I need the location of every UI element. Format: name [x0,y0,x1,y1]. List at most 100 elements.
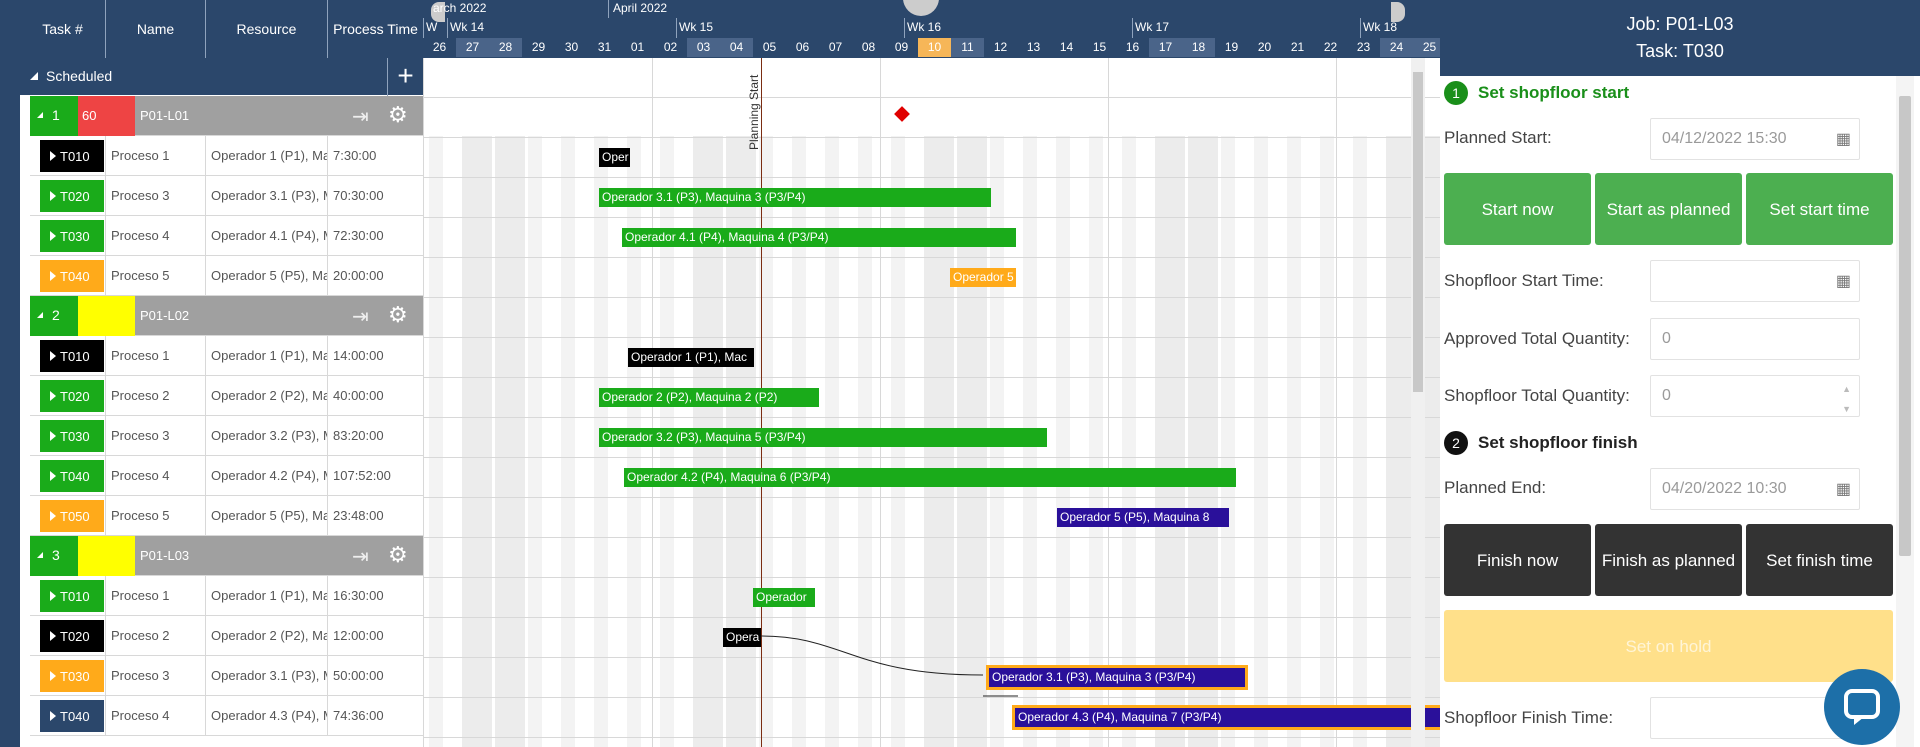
task-id[interactable]: T040 [40,460,104,492]
gantt-scrollbar[interactable] [1411,58,1425,747]
start-now-button[interactable]: Start now [1444,173,1591,245]
shopfloor-qty-label: Shopfloor Total Quantity: [1444,386,1630,405]
task-id[interactable]: T030 [40,420,104,452]
task-row[interactable]: T020 Proceso 3 Operador 3.1 (P3), M 70:30:0… [30,176,423,216]
left-edge-strip [0,0,20,747]
task-process-time: 107:52:00 [327,456,423,496]
planned-start-label: Planned Start: [1444,128,1552,147]
gantt-scrollbar-thumb[interactable] [1413,72,1423,392]
task-row[interactable]: T050 Proceso 5 Operador 5 (P5), Ma 23:48:00 [30,496,423,536]
panel-scrollbar[interactable] [1896,76,1914,747]
gear-icon[interactable]: ⚙ [388,542,408,568]
task-id[interactable]: T030 [40,660,104,692]
task-process-time: 12:00:00 [327,616,423,656]
move-to-icon[interactable]: ⇥ [352,104,369,129]
planned-end-field[interactable]: 04/20/2022 10:30 ▦ [1650,468,1860,510]
task-resource: Operador 4.2 (P4), M [205,456,327,496]
task-name: Proceso 4 [105,456,205,496]
task-process-time: 70:30:00 [327,176,423,216]
task-row[interactable]: T030 Proceso 3 Operador 3.1 (P3), M 50:00:0… [30,656,423,696]
task-id[interactable]: T010 [40,140,104,172]
step1-title: Set shopfloor start [1478,83,1630,102]
job-number[interactable]: 2 [30,296,78,336]
task-resource: Operador 5 (P5), Ma [205,496,327,536]
task-resource: Operador 1 (P1), Ma [205,576,327,616]
task-id[interactable]: T040 [40,260,104,292]
move-to-icon[interactable]: ⇥ [352,304,369,329]
planned-end-label: Planned End: [1444,478,1547,497]
task-id[interactable]: T020 [40,180,104,212]
approved-qty-field[interactable]: 0 [1650,318,1860,360]
task-row[interactable]: T020 Proceso 2 Operador 2 (P2), Ma 40:00:00 [30,376,423,416]
job-title: Job: P01-L03 [1626,14,1734,34]
calendar-icon[interactable]: ▦ [1836,129,1851,149]
task-row[interactable]: T030 Proceso 4 Operador 4.1 (P4), M 72:30:0… [30,216,423,256]
collapse-triangle-icon[interactable] [30,72,38,80]
job-name: P01-L01 [140,108,190,123]
task-name: Proceso 1 [105,136,205,176]
job-row[interactable]: 2 P01-L02 ⇥ ⚙ [30,296,423,336]
finish-now-button[interactable]: Finish now [1444,524,1591,596]
task-row[interactable]: T040 Proceso 4 Operador 4.2 (P4), M 107:52:… [30,456,423,496]
col-header-task[interactable]: Task # [20,0,106,58]
add-job-button[interactable]: + [387,58,423,96]
scheduled-group-row[interactable]: Scheduled + [20,58,423,96]
calendar-icon[interactable]: ▦ [1836,479,1851,499]
calendar-icon[interactable]: ▦ [1836,271,1851,291]
task-row[interactable]: T010 Proceso 1 Operador 1 (P1), Ma 7:30:00 [30,136,423,176]
task-id[interactable]: T050 [40,500,104,532]
task-resource: Operador 3.1 (P3), M [205,656,327,696]
spinner-icon[interactable]: ▲ ▼ [1842,384,1851,414]
task-resource: Operador 1 (P1), Ma [205,336,327,376]
gear-icon[interactable]: ⚙ [388,102,408,128]
task-row[interactable]: T040 Proceso 5 Operador 5 (P5), Ma 20:00:00 [30,256,423,296]
job-number[interactable]: 1 [30,96,78,136]
task-name: Proceso 4 [105,696,205,736]
col-header-process-time[interactable]: Process Time [328,0,423,58]
finish-as-planned-button[interactable]: Finish as planned [1595,524,1742,596]
job-row[interactable]: 1 60 P01-L01 ⇥ ⚙ [30,96,423,136]
panel-scrollbar-thumb[interactable] [1899,96,1911,556]
task-resource: Operador 1 (P1), Ma [205,136,327,176]
start-as-planned-button[interactable]: Start as planned [1595,173,1742,245]
chat-button[interactable] [1824,669,1900,745]
task-process-time: 83:20:00 [327,416,423,456]
set-start-time-button[interactable]: Set start time [1746,173,1893,245]
move-to-icon[interactable]: ⇥ [352,544,369,569]
task-resource: Operador 4.1 (P4), M [205,216,327,256]
gear-icon[interactable]: ⚙ [388,302,408,328]
task-detail-panel: Job: P01-L03 Task: T030 1 Set shopfloor … [1440,0,1920,747]
task-row[interactable]: T010 Proceso 1 Operador 1 (P1), Ma 16:30:00 [30,576,423,616]
set-finish-time-button[interactable]: Set finish time [1746,524,1893,596]
task-process-time: 16:30:00 [327,576,423,616]
task-process-time: 23:48:00 [327,496,423,536]
task-name: Proceso 4 [105,216,205,256]
task-resource: Operador 2 (P2), Ma [205,616,327,656]
task-row[interactable]: T040 Proceso 4 Operador 4.3 (P4), M 74:36:0… [30,696,423,736]
col-header-name[interactable]: Name [106,0,206,58]
shopfloor-start-field[interactable]: ▦ [1650,260,1860,302]
shopfloor-start-label: Shopfloor Start Time: [1444,271,1604,290]
task-row[interactable]: T010 Proceso 1 Operador 1 (P1), Ma 14:00:00 [30,336,423,376]
planned-start-field[interactable]: 04/12/2022 15:30 ▦ [1650,118,1860,160]
task-id[interactable]: T010 [40,580,104,612]
task-id[interactable]: T010 [40,340,104,372]
col-header-resource[interactable]: Resource [206,0,328,58]
grid-header: Task # Name Resource Process Time [20,0,423,58]
job-priority: 60 [78,96,135,136]
gantt-chart[interactable]: arch 2022 April 2022 W Wk 14 Wk 15 Wk 16 Wk 17… [423,0,1440,747]
shopfloor-qty-field[interactable]: 0 ▲ ▼ [1650,375,1860,417]
task-name: Proceso 3 [105,656,205,696]
job-number[interactable]: 3 [30,536,78,576]
task-id[interactable]: T030 [40,220,104,252]
task-id[interactable]: T020 [40,620,104,652]
approved-qty-label: Approved Total Quantity: [1444,329,1630,348]
task-row[interactable]: T020 Proceso 2 Operador 2 (P2), Ma 12:00:00 [30,616,423,656]
step1-heading: 1 Set shopfloor start [1444,81,1629,105]
shopfloor-qty-value: 0 [1662,387,1671,404]
task-id[interactable]: T040 [40,700,104,732]
task-id[interactable]: T020 [40,380,104,412]
task-process-time: 72:30:00 [327,216,423,256]
task-row[interactable]: T030 Proceso 3 Operador 3.2 (P3), M 83:20:0… [30,416,423,456]
job-row[interactable]: 3 P01-L03 ⇥ ⚙ [30,536,423,576]
